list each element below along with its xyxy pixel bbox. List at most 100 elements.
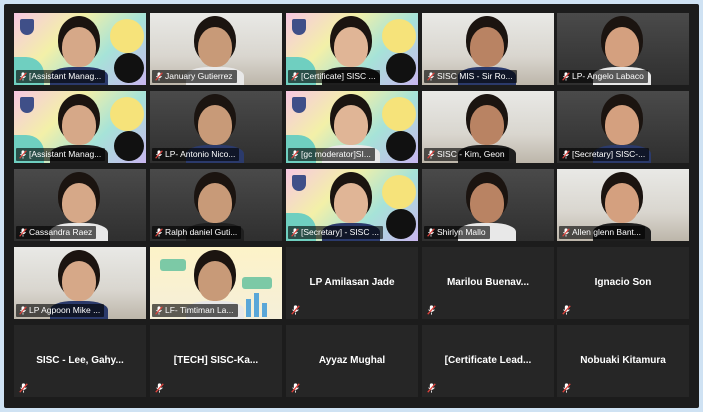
participant-face [334, 183, 368, 223]
gallery-grid: [Assistant Manag... January Gutierrez [Cer… [4, 4, 699, 408]
participant-tile[interactable]: [Certificate Lead... [422, 325, 554, 397]
mic-muted-icon [427, 305, 436, 315]
participant-tile[interactable]: Allen glenn Bant... [557, 169, 689, 241]
participant-face [605, 27, 639, 67]
participant-name: [Certificate] SISC ... [301, 71, 376, 81]
participant-name: Nobuaki Kitamura [580, 355, 666, 366]
participant-name-label: [Secretary] SISC-... [559, 148, 650, 161]
participant-name-label: Cassandra Raez [16, 226, 97, 239]
participant-tile[interactable]: Ignacio Son [557, 247, 689, 319]
participant-tile[interactable]: LP- Antonio Nico... [150, 91, 282, 163]
participant-name: LF- Timtiman La... [165, 305, 234, 315]
mic-muted-icon [291, 72, 299, 81]
participant-name: [gc moderator]SI... [301, 149, 371, 159]
participant-face [62, 105, 96, 145]
participant-tile[interactable]: LF- Timtiman La... [150, 247, 282, 319]
participant-tile[interactable]: [TECH] SISC-Ka... [150, 325, 282, 397]
participant-tile[interactable]: SISC - Lee, Gahy... [14, 325, 146, 397]
participant-tile[interactable]: [Assistant Manag... [14, 13, 146, 85]
participant-name: LP Agpoon Mike ... [29, 305, 101, 315]
participant-face [605, 183, 639, 223]
participant-name-label: Ralph daniel Guti... [152, 226, 242, 239]
participant-name-label: SISC - Kim, Geon [424, 148, 509, 161]
participant-name-label: January Gutierrez [152, 70, 237, 83]
participant-name-label: [Certificate] SISC ... [288, 70, 380, 83]
participant-name: Cassandra Raez [29, 227, 93, 237]
participant-tile[interactable]: [Secretary] - SISC ... [286, 169, 418, 241]
participant-name: [Certificate Lead... [444, 355, 532, 366]
participant-name: SISC - Lee, Gahy... [36, 355, 124, 366]
participant-face [334, 105, 368, 145]
participant-face [62, 261, 96, 301]
mic-muted-icon [562, 150, 570, 159]
participant-name: Ralph daniel Guti... [165, 227, 238, 237]
mic-muted-icon [19, 306, 27, 315]
participant-face [62, 27, 96, 67]
participant-face [605, 105, 639, 145]
participant-face [198, 183, 232, 223]
participant-name: January Gutierrez [165, 71, 233, 81]
mic-muted-icon [427, 150, 435, 159]
mic-muted-icon [155, 228, 163, 237]
participant-name: Shirlyn Mallo [437, 227, 486, 237]
mic-muted-icon [291, 383, 300, 393]
participant-name-label: [Assistant Manag... [16, 70, 106, 83]
mic-muted-icon [427, 383, 436, 393]
participant-name-label: LP- Angelo Labaco [559, 70, 648, 83]
mic-muted-icon [427, 72, 435, 81]
participant-face [334, 27, 368, 67]
participant-name: [Assistant Manag... [29, 71, 102, 81]
mic-muted-icon [155, 150, 163, 159]
participant-tile[interactable]: [Assistant Manag... [14, 91, 146, 163]
participant-name-label: [Secretary] - SISC ... [288, 226, 383, 239]
participant-name: LP Amilasan Jade [309, 277, 395, 288]
participant-name: Ignacio Son [594, 277, 652, 288]
participant-name: [Secretary] - SISC ... [301, 227, 379, 237]
participant-face [198, 105, 232, 145]
participant-tile[interactable]: [Secretary] SISC-... [557, 91, 689, 163]
participant-tile[interactable]: Ayyaz Mughal [286, 325, 418, 397]
participant-tile[interactable]: SISC MIS - Sir Ro... [422, 13, 554, 85]
participant-tile[interactable]: [Certificate] SISC ... [286, 13, 418, 85]
participant-face [198, 27, 232, 67]
mic-muted-icon [291, 150, 299, 159]
participant-name-label: SISC MIS - Sir Ro... [424, 70, 517, 83]
participant-name-label: LF- Timtiman La... [152, 304, 238, 317]
participant-tile[interactable]: January Gutierrez [150, 13, 282, 85]
participant-name: LP- Angelo Labaco [572, 71, 644, 81]
participant-name-label: LP Agpoon Mike ... [16, 304, 105, 317]
mic-muted-icon [155, 72, 163, 81]
participant-name: LP- Antonio Nico... [165, 149, 236, 159]
participant-face [470, 27, 504, 67]
participant-name: [TECH] SISC-Ka... [173, 355, 259, 366]
participant-name-label: LP- Antonio Nico... [152, 148, 240, 161]
participant-face [62, 183, 96, 223]
participant-tile[interactable]: Ralph daniel Guti... [150, 169, 282, 241]
participant-tile[interactable]: Nobuaki Kitamura [557, 325, 689, 397]
participant-name: Marilou Buenav... [446, 277, 530, 288]
participant-tile[interactable]: LP Amilasan Jade [286, 247, 418, 319]
participant-tile[interactable]: Cassandra Raez [14, 169, 146, 241]
mic-muted-icon [562, 305, 571, 315]
mic-muted-icon [291, 228, 299, 237]
participant-name: [Assistant Manag... [29, 149, 102, 159]
participant-tile[interactable]: LP- Angelo Labaco [557, 13, 689, 85]
participant-name: [Secretary] SISC-... [572, 149, 646, 159]
participant-face [198, 261, 232, 301]
mic-muted-icon [562, 228, 570, 237]
mic-muted-icon [19, 150, 27, 159]
participant-tile[interactable]: Marilou Buenav... [422, 247, 554, 319]
participant-name: Allen glenn Bant... [572, 227, 641, 237]
participant-name-label: Shirlyn Mallo [424, 226, 490, 239]
participant-tile[interactable]: SISC - Kim, Geon [422, 91, 554, 163]
mic-muted-icon [562, 383, 571, 393]
participant-tile[interactable]: [gc moderator]SI... [286, 91, 418, 163]
mic-muted-icon [19, 228, 27, 237]
participant-name: SISC - Kim, Geon [437, 149, 505, 159]
participant-tile[interactable]: Shirlyn Mallo [422, 169, 554, 241]
participant-name: SISC MIS - Sir Ro... [437, 71, 513, 81]
participant-tile[interactable]: LP Agpoon Mike ... [14, 247, 146, 319]
mic-muted-icon [562, 72, 570, 81]
participant-name-label: [gc moderator]SI... [288, 148, 375, 161]
mic-muted-icon [291, 305, 300, 315]
